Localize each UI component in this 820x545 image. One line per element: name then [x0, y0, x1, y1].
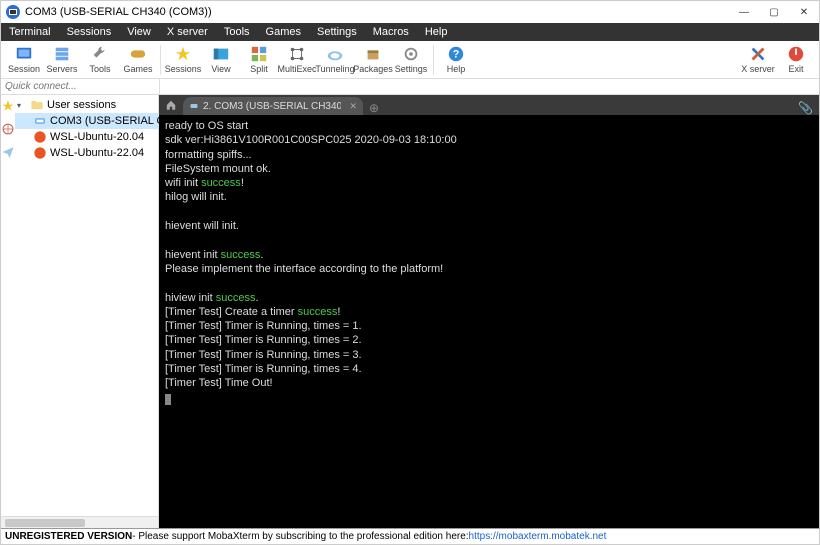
footer-link[interactable]: https://mobaxterm.mobatek.net: [469, 531, 607, 542]
ubuntu-icon: [33, 146, 47, 160]
toolbar-games-label: Games: [123, 64, 152, 74]
app-body: ▾ User sessions COM3 (USB-SERIAL CH340 (…: [1, 95, 819, 528]
toolbar-view-label: View: [211, 64, 230, 74]
menu-games[interactable]: Games: [258, 26, 309, 38]
folder-icon: [30, 98, 44, 112]
terminal-output[interactable]: ready to OS startsdk ver:Hi3861V100R001C…: [159, 115, 819, 528]
toolbar-exit-label: Exit: [788, 64, 803, 74]
toolbar-session-button[interactable]: Session: [5, 45, 43, 74]
star-icon[interactable]: [1, 99, 15, 116]
app-icon: [5, 4, 21, 20]
tab-add-icon[interactable]: ⊕: [363, 101, 385, 115]
tab-com3[interactable]: 2. COM3 (USB-SERIAL CH340 (CO ✕: [183, 97, 363, 115]
paperplane-icon[interactable]: [1, 145, 15, 162]
tab-bar: 2. COM3 (USB-SERIAL CH340 (CO ✕ ⊕ 📎: [159, 95, 819, 115]
toolbar-separator: [160, 45, 161, 75]
maximize-button[interactable]: ▢: [759, 2, 789, 22]
sidebar-scrollbar[interactable]: [1, 516, 158, 528]
toolbar-games-button[interactable]: Games: [119, 45, 157, 74]
menu-help[interactable]: Help: [417, 26, 456, 38]
toolbar-session-label: Session: [8, 64, 40, 74]
main-pane: 2. COM3 (USB-SERIAL CH340 (CO ✕ ⊕ 📎 read…: [159, 95, 819, 528]
unregistered-label: UNREGISTERED VERSION: [5, 531, 132, 542]
sidebar-item-label: WSL-Ubuntu-22.04: [50, 147, 144, 159]
menu-view[interactable]: View: [119, 26, 159, 38]
toolbar-packages-button[interactable]: Packages: [354, 45, 392, 74]
ubuntu-icon: [33, 130, 47, 144]
toolbar-separator: [433, 45, 434, 75]
footer-message: - Please support MobaXterm by subscribin…: [132, 531, 468, 542]
toolbar-tools-label: Tools: [89, 64, 110, 74]
toolbar-sessions-label: Sessions: [165, 64, 202, 74]
serial-icon: [33, 114, 47, 128]
tab-close-icon[interactable]: ✕: [349, 101, 357, 112]
toolbar-xserver-button[interactable]: X server: [739, 45, 777, 74]
toolbar-settings-label: Settings: [395, 64, 428, 74]
toolbar-exit-button[interactable]: Exit: [777, 45, 815, 74]
status-bar: UNREGISTERED VERSION - Please support Mo…: [1, 528, 819, 544]
toolbar-view-button[interactable]: View: [202, 45, 240, 74]
sidebar-item-label: WSL-Ubuntu-20.04: [50, 131, 144, 143]
quick-connect-input[interactable]: [1, 80, 159, 94]
menu-tools[interactable]: Tools: [216, 26, 258, 38]
home-tab-icon[interactable]: [159, 95, 183, 115]
toolbar-tunneling-label: Tunneling: [315, 64, 354, 74]
serial-icon: [189, 101, 199, 111]
menu-settings[interactable]: Settings: [309, 26, 365, 38]
toolbar-help-button[interactable]: ? Help: [437, 45, 475, 74]
paperclip-icon[interactable]: 📎: [792, 101, 819, 115]
toolbar-servers-label: Servers: [46, 64, 77, 74]
globe-icon[interactable]: [1, 122, 15, 139]
toolbar-split-button[interactable]: Split: [240, 45, 278, 74]
collapse-icon[interactable]: ▾: [17, 101, 27, 110]
sidebar-tab-strip: [1, 95, 15, 516]
toolbar-packages-label: Packages: [353, 64, 393, 74]
window-title: COM3 (USB-SERIAL CH340 (COM3)): [25, 6, 729, 18]
sidebar: ▾ User sessions COM3 (USB-SERIAL CH340 (…: [1, 95, 159, 528]
toolbar-settings-button[interactable]: Settings: [392, 45, 430, 74]
tree-root-label: User sessions: [47, 99, 116, 111]
minimize-button[interactable]: —: [729, 2, 759, 22]
toolbar-split-label: Split: [250, 64, 268, 74]
toolbar: Session Servers Tools Games Sessions Vie…: [1, 41, 819, 79]
toolbar-sessions-button[interactable]: Sessions: [164, 45, 202, 74]
menu-terminal[interactable]: Terminal: [1, 26, 59, 38]
toolbar-multiexec-button[interactable]: MultiExec: [278, 45, 316, 74]
menu-xserver[interactable]: X server: [159, 26, 216, 38]
quick-connect-bar: [1, 79, 819, 95]
svg-text:?: ?: [453, 49, 460, 61]
title-bar: COM3 (USB-SERIAL CH340 (COM3)) — ▢ ✕: [1, 1, 819, 23]
toolbar-servers-button[interactable]: Servers: [43, 45, 81, 74]
menu-sessions[interactable]: Sessions: [59, 26, 120, 38]
close-button[interactable]: ✕: [789, 2, 819, 22]
toolbar-help-label: Help: [447, 64, 466, 74]
toolbar-tunneling-button[interactable]: Tunneling: [316, 45, 354, 74]
toolbar-tools-button[interactable]: Tools: [81, 45, 119, 74]
toolbar-xserver-label: X server: [741, 64, 775, 74]
menu-bar: Terminal Sessions View X server Tools Ga…: [1, 23, 819, 41]
toolbar-multiexec-label: MultiExec: [278, 64, 317, 74]
menu-macros[interactable]: Macros: [365, 26, 417, 38]
tab-label: 2. COM3 (USB-SERIAL CH340 (CO: [203, 101, 341, 112]
